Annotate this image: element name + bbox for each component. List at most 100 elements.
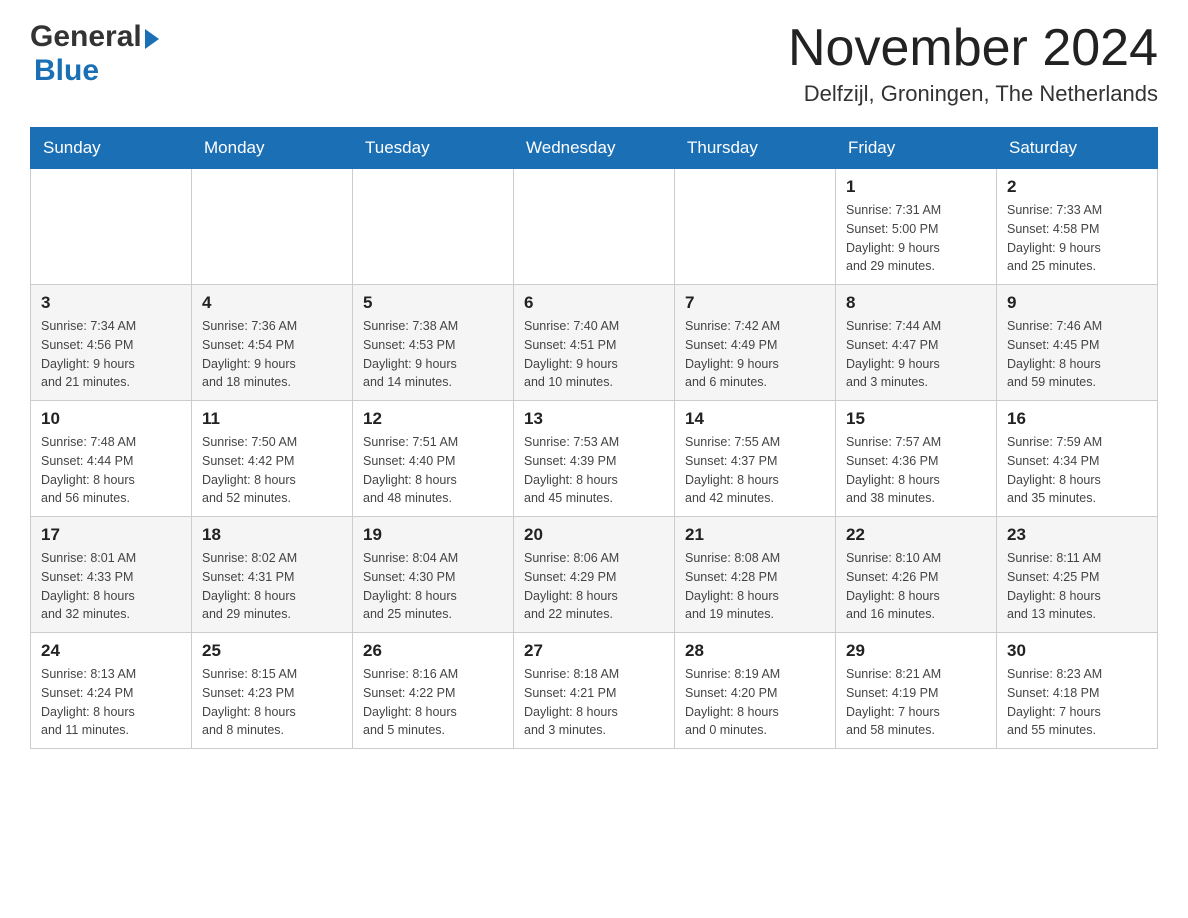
calendar-day-cell: 11 Sunrise: 7:50 AM Sunset: 4:42 PM Dayli… (192, 401, 353, 517)
day-number: 26 (363, 641, 503, 661)
day-sun-info: Sunrise: 7:51 AM Sunset: 4:40 PM Dayligh… (363, 433, 503, 508)
day-header-tuesday: Tuesday (353, 128, 514, 169)
day-number: 11 (202, 409, 342, 429)
calendar-week-row: 1 Sunrise: 7:31 AM Sunset: 5:00 PM Daylig… (31, 169, 1158, 285)
day-sun-info: Sunrise: 7:50 AM Sunset: 4:42 PM Dayligh… (202, 433, 342, 508)
day-sun-info: Sunrise: 8:08 AM Sunset: 4:28 PM Dayligh… (685, 549, 825, 624)
day-sun-info: Sunrise: 7:42 AM Sunset: 4:49 PM Dayligh… (685, 317, 825, 392)
calendar-day-cell: 17Sunrise: 8:01 AM Sunset: 4:33 PM Dayli… (31, 517, 192, 633)
page-header: General Blue November 2024 Delfzijl, Gro… (30, 20, 1158, 107)
day-number: 7 (685, 293, 825, 313)
calendar-day-cell: 10Sunrise: 7:48 AM Sunset: 4:44 PM Dayli… (31, 401, 192, 517)
calendar-day-cell (353, 169, 514, 285)
day-number: 15 (846, 409, 986, 429)
day-number: 19 (363, 525, 503, 545)
calendar-day-cell: 5 Sunrise: 7:38 AM Sunset: 4:53 PM Daylig… (353, 285, 514, 401)
calendar-day-cell (31, 169, 192, 285)
day-header-sunday: Sunday (31, 128, 192, 169)
day-sun-info: Sunrise: 8:06 AM Sunset: 4:29 PM Dayligh… (524, 549, 664, 624)
calendar-day-cell: 22 Sunrise: 8:10 AM Sunset: 4:26 PM Dayli… (836, 517, 997, 633)
calendar-header-row: SundayMondayTuesdayWednesdayThursdayFrid… (31, 128, 1158, 169)
day-sun-info: Sunrise: 7:38 AM Sunset: 4:53 PM Dayligh… (363, 317, 503, 392)
day-sun-info: Sunrise: 8:21 AM Sunset: 4:19 PM Dayligh… (846, 665, 986, 740)
calendar-day-cell (675, 169, 836, 285)
day-sun-info: Sunrise: 8:01 AM Sunset: 4:33 PM Dayligh… (41, 549, 181, 624)
day-sun-info: Sunrise: 7:46 AM Sunset: 4:45 PM Dayligh… (1007, 317, 1147, 392)
day-number: 24 (41, 641, 181, 661)
day-sun-info: Sunrise: 7:48 AM Sunset: 4:44 PM Dayligh… (41, 433, 181, 508)
calendar-week-row: 3Sunrise: 7:34 AM Sunset: 4:56 PM Daylig… (31, 285, 1158, 401)
day-number: 23 (1007, 525, 1147, 545)
day-sun-info: Sunrise: 7:44 AM Sunset: 4:47 PM Dayligh… (846, 317, 986, 392)
day-number: 22 (846, 525, 986, 545)
calendar-day-cell: 20 Sunrise: 8:06 AM Sunset: 4:29 PM Dayli… (514, 517, 675, 633)
logo: General Blue (30, 20, 159, 88)
day-sun-info: Sunrise: 8:19 AM Sunset: 4:20 PM Dayligh… (685, 665, 825, 740)
day-number: 6 (524, 293, 664, 313)
calendar-day-cell: 13Sunrise: 7:53 AM Sunset: 4:39 PM Dayli… (514, 401, 675, 517)
calendar-week-row: 10Sunrise: 7:48 AM Sunset: 4:44 PM Dayli… (31, 401, 1158, 517)
calendar-day-cell: 6 Sunrise: 7:40 AM Sunset: 4:51 PM Daylig… (514, 285, 675, 401)
logo-general-text: General (30, 20, 142, 54)
day-sun-info: Sunrise: 7:53 AM Sunset: 4:39 PM Dayligh… (524, 433, 664, 508)
day-number: 8 (846, 293, 986, 313)
day-number: 16 (1007, 409, 1147, 429)
day-number: 20 (524, 525, 664, 545)
day-number: 3 (41, 293, 181, 313)
day-sun-info: Sunrise: 8:16 AM Sunset: 4:22 PM Dayligh… (363, 665, 503, 740)
day-sun-info: Sunrise: 7:57 AM Sunset: 4:36 PM Dayligh… (846, 433, 986, 508)
calendar-day-cell: 19 Sunrise: 8:04 AM Sunset: 4:30 PM Dayli… (353, 517, 514, 633)
day-number: 25 (202, 641, 342, 661)
calendar-day-cell (192, 169, 353, 285)
day-number: 1 (846, 177, 986, 197)
calendar-day-cell: 9Sunrise: 7:46 AM Sunset: 4:45 PM Daylig… (997, 285, 1158, 401)
day-sun-info: Sunrise: 7:36 AM Sunset: 4:54 PM Dayligh… (202, 317, 342, 392)
calendar-day-cell: 4Sunrise: 7:36 AM Sunset: 4:54 PM Daylig… (192, 285, 353, 401)
calendar-day-cell: 12Sunrise: 7:51 AM Sunset: 4:40 PM Dayli… (353, 401, 514, 517)
day-sun-info: Sunrise: 7:40 AM Sunset: 4:51 PM Dayligh… (524, 317, 664, 392)
day-number: 30 (1007, 641, 1147, 661)
day-sun-info: Sunrise: 7:55 AM Sunset: 4:37 PM Dayligh… (685, 433, 825, 508)
calendar-day-cell: 15 Sunrise: 7:57 AM Sunset: 4:36 PM Dayli… (836, 401, 997, 517)
day-number: 29 (846, 641, 986, 661)
day-header-saturday: Saturday (997, 128, 1158, 169)
day-number: 5 (363, 293, 503, 313)
day-sun-info: Sunrise: 7:59 AM Sunset: 4:34 PM Dayligh… (1007, 433, 1147, 508)
day-number: 18 (202, 525, 342, 545)
day-number: 27 (524, 641, 664, 661)
calendar-table: SundayMondayTuesdayWednesdayThursdayFrid… (30, 127, 1158, 749)
calendar-day-cell: 7 Sunrise: 7:42 AM Sunset: 4:49 PM Daylig… (675, 285, 836, 401)
calendar-day-cell: 25Sunrise: 8:15 AM Sunset: 4:23 PM Dayli… (192, 633, 353, 749)
day-sun-info: Sunrise: 7:31 AM Sunset: 5:00 PM Dayligh… (846, 201, 986, 276)
day-number: 21 (685, 525, 825, 545)
day-number: 2 (1007, 177, 1147, 197)
title-area: November 2024 Delfzijl, Groningen, The N… (788, 20, 1158, 107)
calendar-day-cell: 28 Sunrise: 8:19 AM Sunset: 4:20 PM Dayli… (675, 633, 836, 749)
calendar-day-cell: 23Sunrise: 8:11 AM Sunset: 4:25 PM Dayli… (997, 517, 1158, 633)
day-header-friday: Friday (836, 128, 997, 169)
day-sun-info: Sunrise: 8:10 AM Sunset: 4:26 PM Dayligh… (846, 549, 986, 624)
month-title: November 2024 (788, 20, 1158, 77)
day-sun-info: Sunrise: 8:18 AM Sunset: 4:21 PM Dayligh… (524, 665, 664, 740)
day-header-wednesday: Wednesday (514, 128, 675, 169)
calendar-week-row: 24 Sunrise: 8:13 AM Sunset: 4:24 PM Dayli… (31, 633, 1158, 749)
calendar-day-cell: 8 Sunrise: 7:44 AM Sunset: 4:47 PM Daylig… (836, 285, 997, 401)
day-sun-info: Sunrise: 7:33 AM Sunset: 4:58 PM Dayligh… (1007, 201, 1147, 276)
calendar-day-cell: 1 Sunrise: 7:31 AM Sunset: 5:00 PM Daylig… (836, 169, 997, 285)
logo-blue-text: Blue (34, 54, 99, 88)
calendar-week-row: 17Sunrise: 8:01 AM Sunset: 4:33 PM Dayli… (31, 517, 1158, 633)
calendar-day-cell: 26 Sunrise: 8:16 AM Sunset: 4:22 PM Dayli… (353, 633, 514, 749)
calendar-day-cell (514, 169, 675, 285)
calendar-day-cell: 16 Sunrise: 7:59 AM Sunset: 4:34 PM Dayli… (997, 401, 1158, 517)
logo-triangle-icon (145, 29, 159, 49)
calendar-day-cell: 14Sunrise: 7:55 AM Sunset: 4:37 PM Dayli… (675, 401, 836, 517)
day-sun-info: Sunrise: 8:04 AM Sunset: 4:30 PM Dayligh… (363, 549, 503, 624)
calendar-day-cell: 24 Sunrise: 8:13 AM Sunset: 4:24 PM Dayli… (31, 633, 192, 749)
day-sun-info: Sunrise: 8:13 AM Sunset: 4:24 PM Dayligh… (41, 665, 181, 740)
day-header-monday: Monday (192, 128, 353, 169)
calendar-day-cell: 2 Sunrise: 7:33 AM Sunset: 4:58 PM Daylig… (997, 169, 1158, 285)
day-number: 28 (685, 641, 825, 661)
calendar-day-cell: 29 Sunrise: 8:21 AM Sunset: 4:19 PM Dayli… (836, 633, 997, 749)
calendar-day-cell: 3Sunrise: 7:34 AM Sunset: 4:56 PM Daylig… (31, 285, 192, 401)
calendar-day-cell: 21 Sunrise: 8:08 AM Sunset: 4:28 PM Dayli… (675, 517, 836, 633)
